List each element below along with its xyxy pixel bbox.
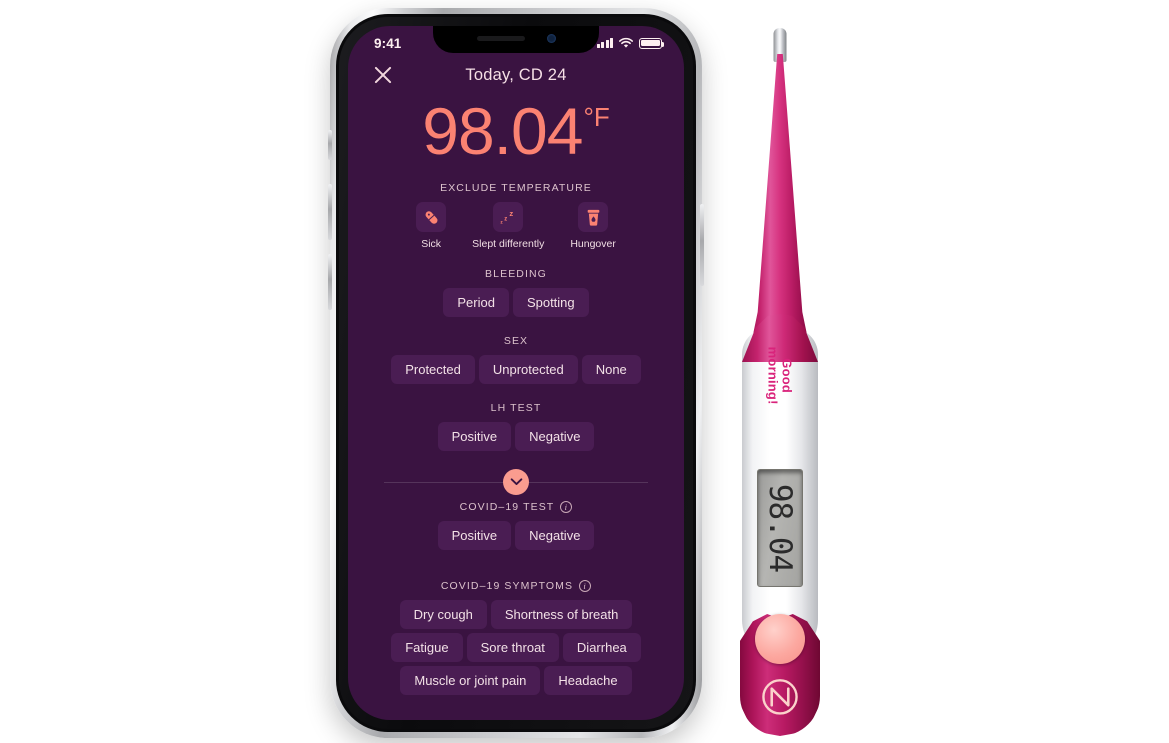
chip-spotting[interactable]: Spotting — [512, 288, 589, 317]
lh-test-label: LH TEST — [348, 402, 684, 414]
phone-notch — [433, 26, 599, 53]
chevron-down-icon[interactable] — [503, 469, 529, 495]
lh-test-label-text: LH TEST — [490, 402, 542, 414]
thermometer-power-button[interactable] — [755, 614, 805, 664]
covid-test-label-text: COVID–19 TEST — [459, 501, 555, 513]
svg-text:z: z — [500, 219, 503, 224]
covid-symptoms-label: COVID–19 SYMPTOMS i — [348, 580, 684, 592]
chip-headache[interactable]: Headache — [544, 666, 632, 695]
exclude-option-label: Slept differently — [472, 238, 545, 250]
chip-period[interactable]: Period — [443, 288, 509, 317]
covid-symptoms-options: Dry cough Shortness of breath Fatigue So… — [348, 600, 684, 695]
sleep-zzz-icon: z z z — [493, 202, 524, 232]
chip-lh-negative[interactable]: Negative — [515, 422, 595, 451]
chip-fatigue[interactable]: Fatigue — [391, 633, 463, 662]
exclude-option-hungover[interactable]: Hungover — [570, 202, 616, 250]
phone-screen: 9:41 Today, CD 24 98.04 °F EXCLUDE TEMPE… — [348, 26, 684, 720]
app-navbar: Today, CD 24 — [348, 56, 684, 94]
sex-options: Protected Unprotected None — [348, 355, 684, 384]
info-icon[interactable]: i — [560, 501, 573, 513]
svg-text:z: z — [509, 209, 513, 218]
chip-none[interactable]: None — [581, 355, 641, 384]
thermometer-probe — [749, 54, 811, 354]
phone-volume-up-button[interactable] — [328, 184, 332, 240]
scene: 9:41 Today, CD 24 98.04 °F EXCLUDE TEMPE… — [0, 0, 1169, 743]
phone-bezel-inner: 9:41 Today, CD 24 98.04 °F EXCLUDE TEMPE… — [339, 17, 693, 729]
chip-dry-cough[interactable]: Dry cough — [399, 600, 487, 629]
thermometer-lcd-value: 98.04 — [762, 483, 798, 573]
phone-mute-switch[interactable] — [328, 130, 332, 160]
bleeding-label: BLEEDING — [348, 268, 684, 280]
exclude-temperature-label-text: EXCLUDE TEMPERATURE — [440, 182, 592, 194]
chip-covid-positive[interactable]: Positive — [437, 521, 512, 550]
chip-muscle-or-joint-pain[interactable]: Muscle or joint pain — [400, 666, 541, 695]
exclude-option-label: Sick — [421, 238, 442, 250]
covid-test-options: Positive Negative — [348, 521, 684, 550]
thermometer-greeting-text: Good morning! — [766, 346, 795, 405]
signal-bars-icon — [596, 38, 613, 48]
temperature-unit: °F — [583, 102, 610, 132]
thermometer-lcd-display: 98.04 — [757, 469, 803, 587]
exclude-temperature-label: EXCLUDE TEMPERATURE — [348, 182, 684, 194]
chip-unprotected[interactable]: Unprotected — [478, 355, 578, 384]
chip-lh-positive[interactable]: Positive — [437, 422, 512, 451]
exclude-option-label: Hungover — [570, 238, 616, 250]
temperature-reading[interactable]: 98.04 °F — [348, 98, 684, 164]
earpiece-speaker-icon — [476, 35, 525, 41]
front-camera-icon — [546, 33, 556, 43]
chip-shortness-of-breath[interactable]: Shortness of breath — [490, 600, 633, 629]
natural-cycles-n-logo — [762, 679, 798, 715]
exclude-temperature-options: Sick z z z Slept differently Hungover — [348, 202, 684, 250]
temperature-value: 98.04 — [422, 94, 583, 168]
chip-sore-throat[interactable]: Sore throat — [466, 633, 559, 662]
close-icon[interactable] — [372, 64, 394, 86]
status-bar-indicators — [596, 37, 665, 49]
bleeding-options: Period Spotting — [348, 288, 684, 317]
sex-label-text: SEX — [503, 335, 529, 347]
svg-text:z: z — [504, 216, 507, 222]
drink-cup-icon — [578, 202, 609, 232]
battery-icon — [639, 37, 665, 49]
covid-test-label: COVID–19 TEST i — [348, 501, 684, 513]
natural-cycles-log-screen: Today, CD 24 98.04 °F EXCLUDE TEMPERATUR… — [348, 26, 684, 720]
pill-icon — [416, 202, 447, 232]
chip-diarrhea[interactable]: Diarrhea — [562, 633, 641, 662]
wifi-icon — [619, 37, 633, 48]
exclude-option-sick[interactable]: Sick — [416, 202, 447, 250]
info-icon[interactable]: i — [579, 580, 592, 592]
sex-label: SEX — [348, 335, 684, 347]
exclude-option-slept-differently[interactable]: z z z Slept differently — [472, 202, 544, 250]
chip-covid-negative[interactable]: Negative — [515, 521, 595, 550]
phone-volume-down-button[interactable] — [328, 254, 332, 310]
phone-bezel: 9:41 Today, CD 24 98.04 °F EXCLUDE TEMPE… — [336, 14, 696, 732]
lh-test-options: Positive Negative — [348, 422, 684, 451]
expand-section-divider — [348, 465, 684, 499]
covid-symptoms-label-text: COVID–19 SYMPTOMS — [440, 580, 574, 592]
phone-mockup: 9:41 Today, CD 24 98.04 °F EXCLUDE TEMPE… — [328, 8, 704, 738]
status-bar-time: 9:41 — [374, 35, 402, 51]
thermometer-device: Good morning! 98.04 — [700, 28, 860, 736]
page-title: Today, CD 24 — [465, 65, 567, 84]
chip-protected[interactable]: Protected — [391, 355, 475, 384]
bleeding-label-text: BLEEDING — [485, 268, 547, 280]
